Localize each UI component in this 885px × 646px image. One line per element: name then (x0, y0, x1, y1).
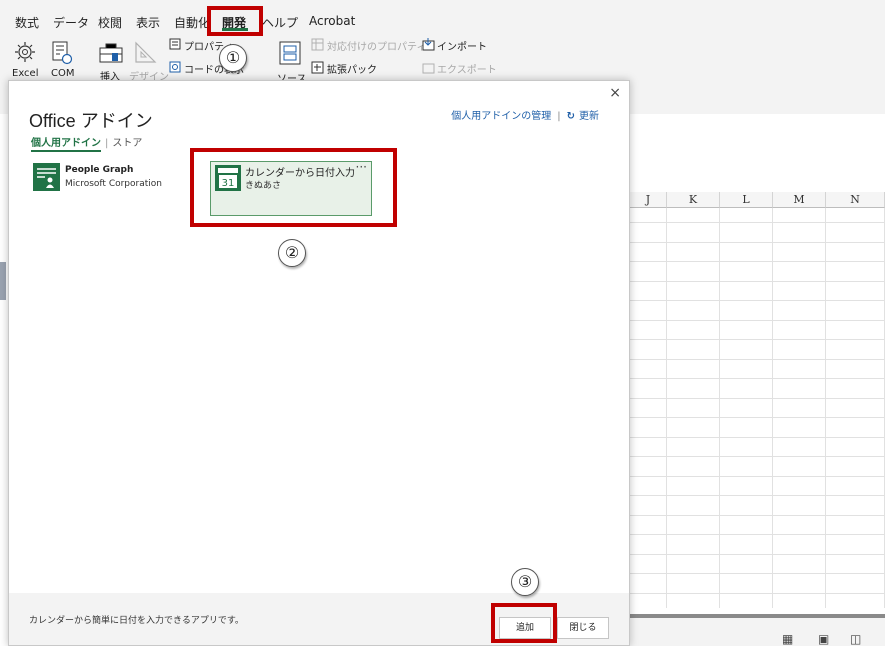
column-header-m[interactable]: M (773, 192, 826, 208)
refresh-link[interactable]: 更新 (579, 111, 599, 122)
xml-source-icon[interactable] (278, 40, 302, 66)
step-2-badge: ② (278, 239, 306, 267)
tab-my-addins[interactable]: 個人用アドイン (31, 138, 101, 152)
grid-row-line (630, 437, 885, 438)
grid-row-line (630, 573, 885, 574)
grid-row-line (630, 534, 885, 535)
grid-row-line (630, 261, 885, 262)
ribbon-tab-bar: 数式 データ 校閲 表示 自動化 開発 ヘルプ Acrobat (0, 8, 885, 34)
dialog-subtabs: 個人用アドイン | ストア (31, 134, 142, 152)
design-mode-icon (135, 41, 157, 63)
dialog-header-links: 個人用アドインの管理 | ↻ 更新 (451, 107, 599, 122)
grid-row-line (630, 495, 885, 496)
grid-column (826, 208, 885, 608)
close-icon[interactable]: × (609, 85, 621, 101)
grid-row-line (630, 554, 885, 555)
com-addins-label[interactable]: COM (51, 68, 74, 79)
view-code-icon[interactable] (169, 61, 181, 73)
link-separator: | (557, 111, 561, 122)
refresh-icon[interactable]: ↻ (567, 111, 575, 122)
toolbox-icon[interactable] (98, 40, 124, 66)
expansion-pack-icon[interactable] (311, 61, 324, 74)
grid-row-line (630, 417, 885, 418)
addin-description: カレンダーから簡単に日付を入力できるアプリです。 (29, 616, 244, 626)
row-selection-strip (0, 262, 6, 300)
tab-automate[interactable]: 自動化 (174, 14, 210, 31)
grid-row-line (630, 476, 885, 477)
step-3-badge: ③ (511, 568, 539, 596)
grid-row-line (630, 300, 885, 301)
tab-acrobat[interactable]: Acrobat (309, 14, 355, 28)
status-bar (630, 614, 885, 646)
export-icon (422, 63, 435, 74)
people-graph-icon (33, 163, 60, 191)
column-header-l[interactable]: L (720, 192, 773, 208)
dialog-title: Office アドイン (29, 111, 153, 131)
grid-row-line (630, 242, 885, 243)
excel-addins-label[interactable]: Excel (12, 68, 39, 79)
tab-review[interactable]: 校閲 (98, 14, 122, 31)
gear-icon[interactable] (12, 40, 38, 64)
step-1-badge: ① (219, 44, 247, 72)
highlight-add-button (491, 603, 557, 643)
import-label[interactable]: インポート (437, 38, 487, 53)
highlight-developer-tab (207, 6, 263, 36)
tab-data[interactable]: データ (53, 14, 89, 31)
addin-tile-people-graph[interactable]: People Graph Microsoft Corporation (33, 163, 203, 195)
column-header-j[interactable]: J (630, 192, 667, 208)
grid-column (667, 208, 720, 608)
subtab-separator: | (105, 138, 109, 149)
normal-view-icon[interactable]: ▦ (782, 632, 793, 646)
grid-row-line (630, 515, 885, 516)
grid-row-line (630, 359, 885, 360)
grid-row-line (630, 398, 885, 399)
import-icon[interactable] (422, 38, 435, 51)
map-properties-icon (311, 38, 324, 51)
grid-column (773, 208, 826, 608)
manage-my-addins-link[interactable]: 個人用アドインの管理 (451, 111, 551, 122)
grid-column (720, 208, 773, 608)
tab-formulas[interactable]: 数式 (15, 14, 39, 31)
page-layout-view-icon[interactable]: ▣ (818, 632, 829, 646)
grid-row-line (630, 339, 885, 340)
tab-help[interactable]: ヘルプ (262, 14, 298, 31)
export-label: エクスポート (437, 65, 497, 76)
addin-publisher: Microsoft Corporation (65, 179, 162, 189)
com-addins-icon[interactable] (50, 40, 74, 66)
tab-store[interactable]: ストア (112, 138, 142, 149)
grid-row-line (630, 222, 885, 223)
grid-row-line (630, 281, 885, 282)
grid-row-line (630, 593, 885, 594)
grid-column (630, 208, 667, 608)
grid-row-line (630, 456, 885, 457)
grid-row-line (630, 320, 885, 321)
addin-name: People Graph (65, 165, 134, 175)
tab-view[interactable]: 表示 (136, 14, 160, 31)
page-break-view-icon[interactable]: ◫ (850, 632, 861, 646)
grid-row-line (630, 378, 885, 379)
properties-icon[interactable] (169, 38, 181, 50)
map-properties-label: 対応付けのプロパティ (327, 42, 427, 53)
highlight-calendar-addin (190, 148, 397, 227)
column-header-n[interactable]: N (826, 192, 885, 208)
column-header-k[interactable]: K (667, 192, 720, 208)
expansion-pack-label[interactable]: 拡張パック (327, 61, 377, 76)
close-button[interactable]: 閉じる (557, 617, 609, 639)
